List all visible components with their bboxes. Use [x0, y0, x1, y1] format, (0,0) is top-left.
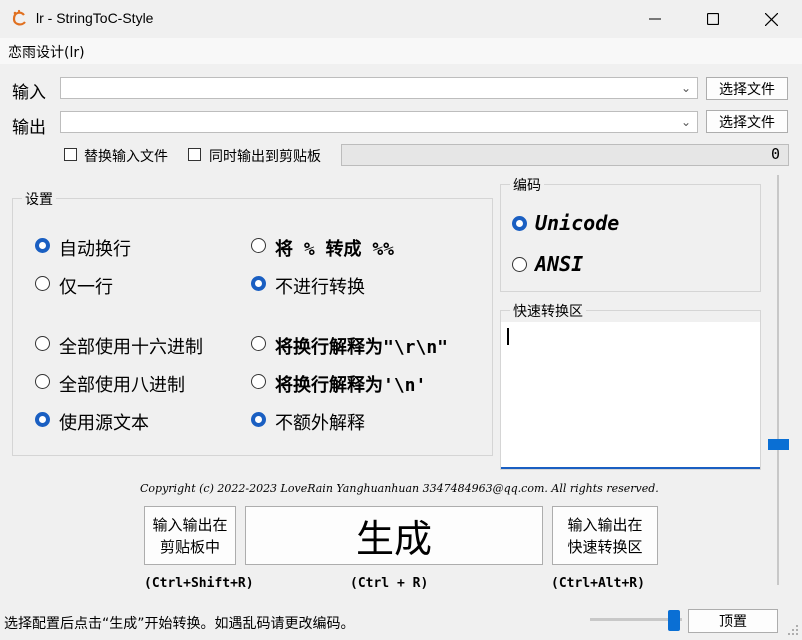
oct-all-radio[interactable]	[35, 374, 50, 389]
vertical-slider-track[interactable]	[777, 175, 779, 585]
vertical-slider-thumb[interactable]	[768, 439, 789, 450]
input-label: 输入	[12, 83, 46, 103]
copyright-text: Copyright (c) 2022-2023 LoveRain Yanghua…	[140, 482, 659, 495]
percent-convert-radio[interactable]	[251, 238, 266, 253]
resize-grip-icon[interactable]	[787, 624, 799, 636]
auto-wrap-label: 自动换行	[59, 239, 131, 260]
use-source-label: 使用源文本	[59, 413, 149, 434]
no-extra-label: 不额外解释	[275, 413, 365, 434]
no-extra-radio[interactable]	[251, 412, 266, 427]
hex-all-label: 全部使用十六进制	[59, 337, 203, 358]
clipboard-io-button[interactable]: 输入输出在 剪贴板中	[144, 506, 236, 565]
input-browse-button[interactable]: 选择文件	[706, 77, 788, 100]
replace-input-checkbox[interactable]	[64, 148, 77, 161]
minimize-button[interactable]	[626, 0, 684, 38]
unicode-label: Unicode	[535, 211, 620, 235]
crlf-radio[interactable]	[251, 336, 266, 351]
lf-label: 将换行解释为'\n'	[275, 375, 427, 396]
copy-clipboard-checkbox[interactable]	[188, 148, 201, 161]
chevron-down-icon[interactable]: ⌄	[681, 115, 691, 129]
opacity-slider-thumb[interactable]	[668, 610, 680, 631]
app-logo-icon	[10, 9, 30, 29]
replace-input-label: 替换输入文件	[84, 149, 168, 165]
menu-bar	[0, 38, 802, 64]
encoding-group-title: 编码	[510, 175, 544, 195]
single-line-radio[interactable]	[35, 276, 50, 291]
progress-text: 0	[770, 145, 780, 163]
clipboard-shortcut-label: (Ctrl+Shift+R)	[144, 576, 254, 591]
quick-convert-group-title: 快速转换区	[510, 301, 586, 321]
oct-all-label: 全部使用八进制	[59, 375, 185, 396]
no-convert-label: 不进行转换	[275, 277, 365, 298]
single-line-label: 仅一行	[59, 277, 113, 298]
use-source-radio[interactable]	[35, 412, 50, 427]
percent-convert-label: 将 % 转成 %%	[275, 239, 395, 260]
pin-top-button[interactable]: 顶置	[688, 609, 778, 633]
menu-item-lr[interactable]: 恋雨设计(lr)	[8, 42, 85, 62]
progress-bar: 0	[341, 144, 789, 166]
no-convert-radio[interactable]	[251, 276, 266, 291]
ansi-radio[interactable]	[512, 257, 527, 272]
auto-wrap-radio[interactable]	[35, 238, 50, 253]
lf-radio[interactable]	[251, 374, 266, 389]
output-label: 输出	[12, 118, 46, 138]
chevron-down-icon[interactable]: ⌄	[681, 81, 691, 95]
output-browse-button[interactable]: 选择文件	[706, 110, 788, 133]
quick-io-button[interactable]: 输入输出在 快速转换区	[552, 506, 658, 565]
generate-shortcut-label: (Ctrl + R)	[350, 576, 429, 591]
unicode-radio[interactable]	[512, 216, 527, 231]
generate-button[interactable]: 生成	[245, 506, 543, 565]
maximize-button[interactable]	[684, 0, 742, 38]
quick-shortcut-label: (Ctrl+Alt+R)	[551, 576, 645, 591]
text-cursor	[507, 328, 509, 345]
copy-clipboard-label: 同时输出到剪贴板	[209, 149, 321, 165]
settings-group-title: 设置	[22, 189, 56, 209]
hex-all-radio[interactable]	[35, 336, 50, 351]
status-text: 选择配置后点击“生成”开始转换。如遇乱码请更改编码。	[4, 616, 355, 632]
ansi-label: ANSI	[535, 252, 584, 276]
close-button[interactable]	[742, 0, 800, 38]
window-title: lr - StringToC-Style	[36, 10, 154, 26]
output-path-combo[interactable]: ⌄	[60, 111, 698, 133]
crlf-label: 将换行解释为"\r\n"	[275, 337, 449, 358]
quick-convert-textarea[interactable]	[501, 322, 760, 469]
input-path-combo[interactable]: ⌄	[60, 77, 698, 99]
